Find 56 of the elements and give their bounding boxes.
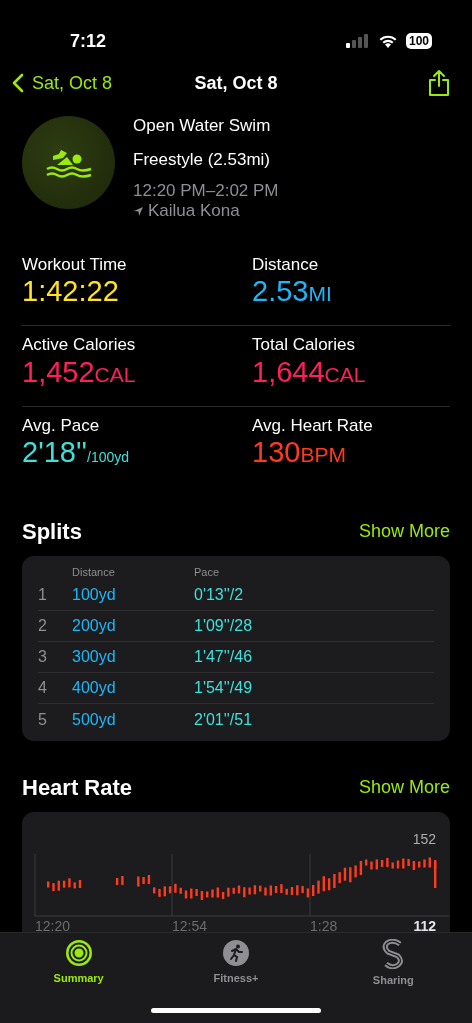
tab[interactable]: Sharing	[314, 933, 472, 1023]
workout-detail: Freestyle (2.53mi)	[133, 150, 271, 171]
split-distance: 100yd	[72, 585, 117, 606]
split-number: 2	[38, 616, 48, 637]
show-more-link[interactable]: Show More	[358, 774, 450, 802]
axis-label: 112	[413, 918, 436, 933]
split-pace: 1'09''/28	[194, 616, 254, 637]
split-distance: 300yd	[72, 647, 117, 668]
split-distance: 200yd	[72, 616, 117, 637]
signal-icon	[345, 34, 370, 48]
axis-label: 12:54	[172, 918, 208, 933]
split-number: 5	[38, 709, 48, 730]
metric-value: 2.53MI	[252, 274, 332, 309]
battery-level: 100	[405, 33, 432, 49]
chevron-icon	[12, 73, 24, 93]
rings-icon	[64, 939, 93, 967]
workout-location: Kailua Kona	[148, 201, 240, 222]
split-pace: 0'13''/2	[194, 585, 245, 606]
metric-label: Active Calories	[22, 335, 137, 356]
metric-value: 1,452CAL	[22, 355, 136, 390]
metric-value: 130BPM	[252, 436, 346, 470]
page-title: Sat, Oct 8	[194, 71, 278, 95]
section-title: Splits	[22, 517, 82, 546]
metric-value: 1,644CAL	[252, 355, 366, 390]
split-pace: 1'47''/46	[194, 647, 254, 668]
split-pace: 1'54''/49	[194, 678, 254, 699]
split-number: 3	[38, 647, 48, 668]
tab[interactable]: Summary	[0, 933, 158, 1023]
show-more-link[interactable]: Show More	[358, 517, 450, 545]
metric-label: Workout Time	[22, 254, 128, 275]
metric-label: Distance	[252, 254, 320, 275]
back-button[interactable]: Sat, Oct 8	[12, 69, 113, 97]
metric-value: 2'18''/100yd	[22, 436, 130, 470]
axis-label: 1:28	[310, 918, 338, 933]
workout-type: Open Water Swim	[133, 116, 272, 137]
runner-icon	[222, 939, 250, 967]
status-time: 7:12	[70, 29, 107, 53]
section-title: Heart Rate	[22, 774, 133, 803]
sharing-icon	[381, 939, 406, 969]
share-icon[interactable]	[428, 69, 450, 97]
split-number: 1	[38, 585, 48, 606]
metric-value: 1:42:22	[22, 274, 119, 309]
metric-label: Avg. Pace	[22, 416, 101, 437]
metric-label: Avg. Heart Rate	[252, 416, 374, 437]
axis-label: 152	[412, 831, 436, 848]
metric-label: Total Calories	[252, 335, 356, 356]
column-header: Distance	[72, 564, 116, 580]
axis-label: 12:20	[35, 918, 71, 933]
split-distance: 500yd	[72, 709, 117, 730]
location-arrow-icon	[133, 205, 144, 217]
workout-time-range: 12:20 PM–2:02 PM	[133, 180, 279, 202]
wifi-icon	[377, 34, 398, 48]
split-distance: 400yd	[72, 678, 117, 699]
split-pace: 2'01''/51	[194, 709, 254, 730]
split-number: 4	[38, 678, 48, 699]
column-header: Pace	[194, 564, 221, 580]
